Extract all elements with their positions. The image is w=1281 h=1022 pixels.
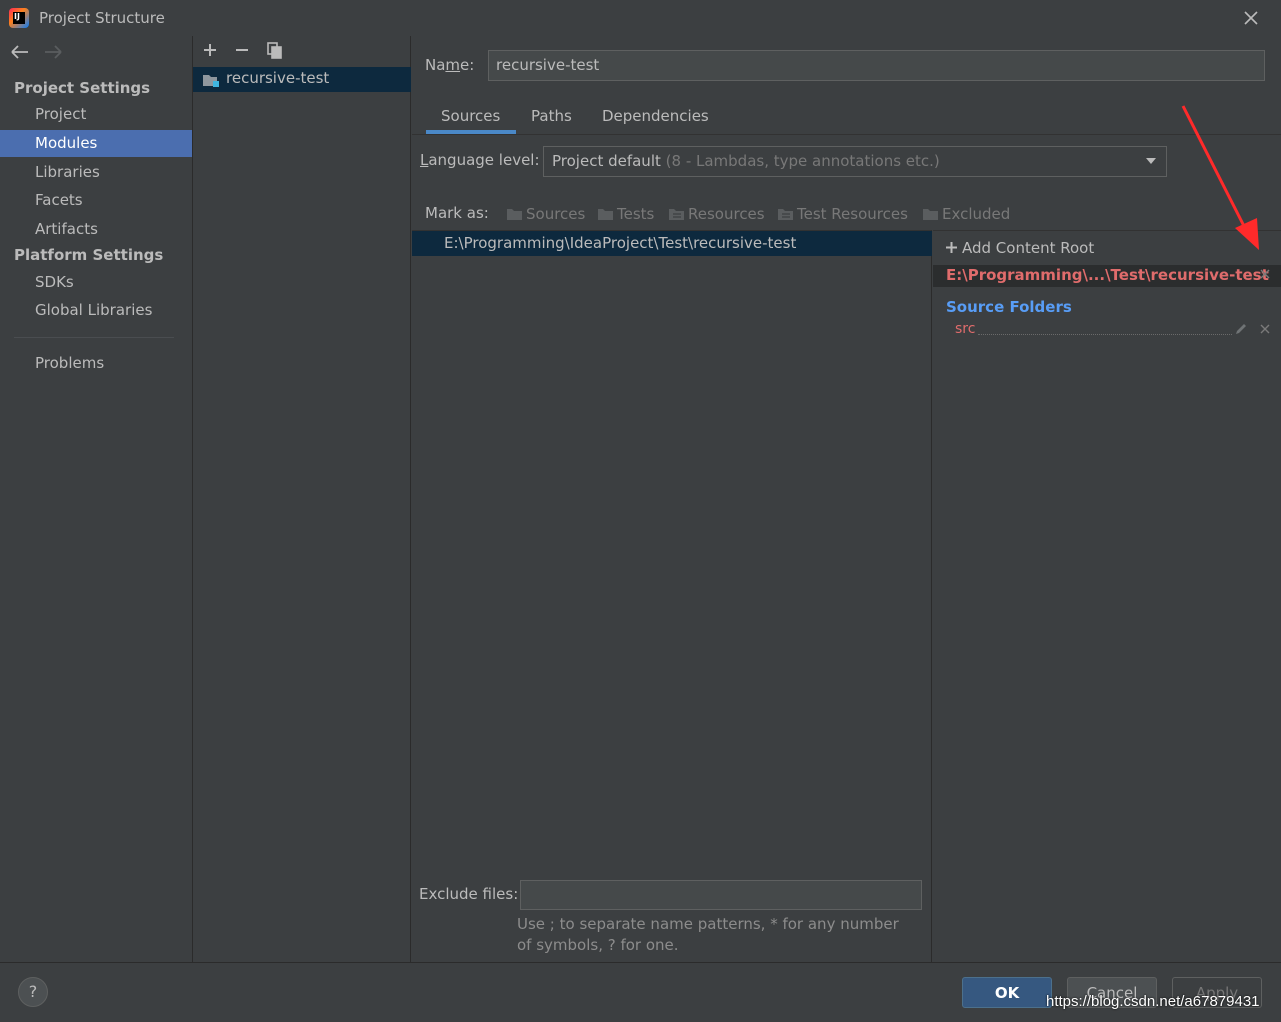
red-annotation-arrow [1181,105,1259,250]
nav-item-facets[interactable]: Facets [0,187,192,214]
copy-icon[interactable] [265,40,285,60]
exclude-files-hint: Use ; to separate name patterns, * for a… [517,915,899,954]
module-name-input[interactable]: recursive-test [488,50,1265,81]
back-arrow-icon[interactable] [9,42,31,62]
title-bar [0,0,1281,36]
pencil-icon[interactable] [1234,322,1248,336]
language-level-select[interactable]: Project default (8 - Lambdas, type annot… [543,146,1167,177]
module-folder-icon [203,75,219,87]
language-level-hint: (8 - Lambdas, type annotations etc.) [665,152,940,170]
exclude-files-input[interactable] [520,880,922,910]
mark-sources-button[interactable]: Sources [506,205,585,223]
excluded-folder-icon [923,209,938,220]
help-button[interactable]: ? [18,977,48,1007]
tree-root-path: E:\Programming\IdeaProject\Test\recursiv… [444,234,797,252]
close-icon[interactable] [1240,7,1262,29]
resources-folder-icon [669,209,684,220]
add-icon[interactable] [200,40,220,60]
mark-resources-button[interactable]: Resources [668,205,765,223]
plus-icon [946,242,957,253]
test-resources-folder-icon [778,209,793,220]
tab-divider [412,134,1281,135]
nav-divider [14,337,174,338]
ok-button[interactable]: OK [962,977,1052,1008]
content-root-path: E:\Programming\...\Test\recursive-test [946,266,1269,284]
source-folders-header: Source Folders [946,298,1072,316]
mark-test-resources-button[interactable]: Test Resources [777,205,908,223]
platform-settings-header: Platform Settings [14,246,164,264]
source-folder-item[interactable]: src [955,321,975,337]
name-label: Name: [425,56,475,74]
mark-as-label: Mark as: [425,204,489,222]
source-tree-panel [412,230,932,962]
chevron-down-icon[interactable] [1144,156,1158,166]
nav-item-sdks[interactable]: SDKs [0,269,192,296]
forward-arrow-icon[interactable] [42,42,64,62]
language-level-label: Language level: [420,151,540,169]
module-list-pane [193,36,411,962]
module-name: recursive-test [226,69,330,87]
tab-paths[interactable]: Paths [531,107,572,135]
nav-item-artifacts[interactable]: Artifacts [0,216,192,243]
remove-icon[interactable] [232,40,252,60]
folder-icon [598,209,613,220]
add-content-root-button[interactable]: Add Content Root [945,239,1094,257]
window-title: Project Structure [39,9,165,27]
tab-dependencies[interactable]: Dependencies [602,107,709,135]
remove-source-folder-icon[interactable] [1259,323,1271,335]
intellij-logo-icon: IJ [9,8,29,28]
content-roots-panel [933,230,1281,962]
nav-item-global-libraries[interactable]: Global Libraries [0,297,192,324]
watermark-text: https://blog.csdn.net/a67879431 [1046,993,1260,1010]
dotted-leader [978,334,1232,335]
mark-tests-button[interactable]: Tests [597,205,654,223]
nav-item-libraries[interactable]: Libraries [0,159,192,186]
remove-content-root-icon[interactable] [1259,268,1271,280]
language-level-value: Project default [552,152,661,170]
folder-icon [507,209,522,220]
nav-item-modules[interactable]: Modules [0,130,192,157]
mark-excluded-button[interactable]: Excluded [922,205,1010,223]
nav-item-problems[interactable]: Problems [0,350,192,377]
exclude-files-label: Exclude files: [419,885,519,903]
project-settings-header: Project Settings [14,79,151,97]
nav-item-project[interactable]: Project [0,101,192,128]
